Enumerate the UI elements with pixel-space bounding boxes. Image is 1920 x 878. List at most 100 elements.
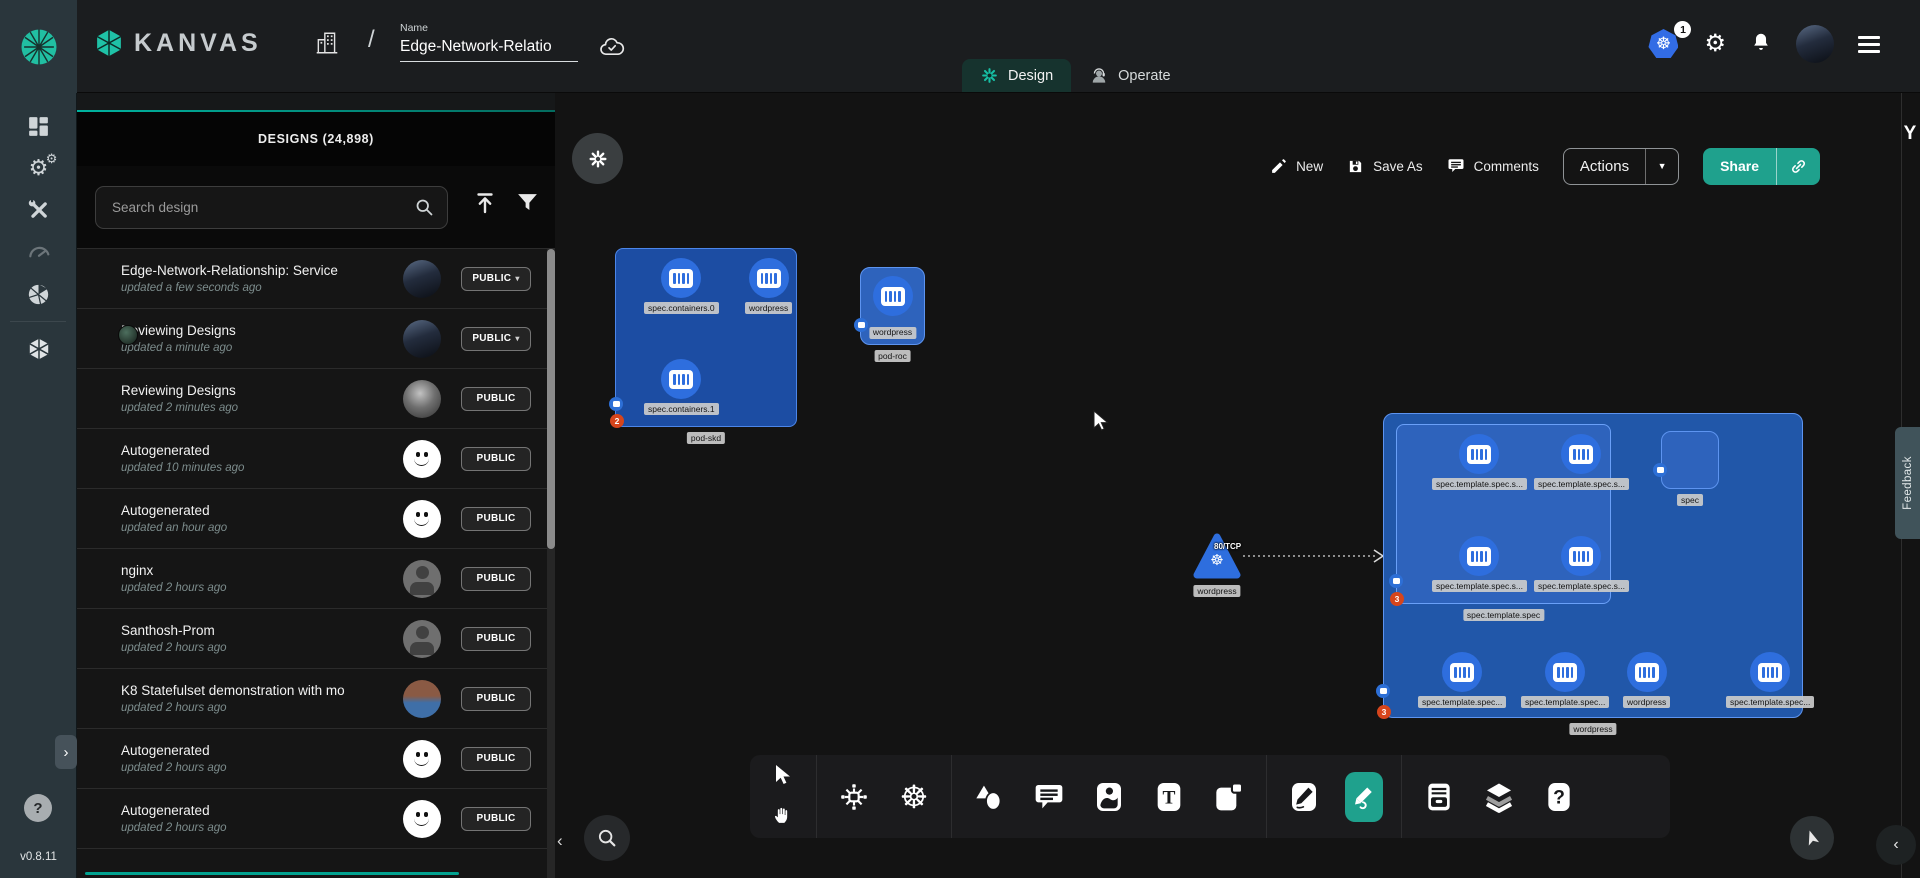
pod-status-badge[interactable] xyxy=(854,318,868,332)
container-node[interactable]: spec.containers.1 xyxy=(644,359,719,415)
help-button[interactable]: ? xyxy=(24,794,52,822)
design-list-item[interactable]: Edge-Network-Relationship: Service updat… xyxy=(77,249,555,309)
design-name-input[interactable] xyxy=(400,36,578,62)
text-tool[interactable]: T xyxy=(1146,769,1192,825)
alert-count-badge[interactable]: 2 xyxy=(610,414,624,428)
sketch-tool[interactable] xyxy=(1345,772,1383,822)
design-list-item[interactable]: K8 Statefulset demonstration with mo upd… xyxy=(77,669,555,729)
collapse-panel-chevron[interactable]: ‹ xyxy=(557,831,563,851)
media-tool[interactable] xyxy=(1086,769,1132,825)
kubernetes-context-button[interactable]: ☸ 1 xyxy=(1648,29,1680,59)
user-avatar[interactable] xyxy=(1796,25,1834,63)
kanvas-brand[interactable]: KANVAS xyxy=(94,28,262,58)
import-design-icon[interactable] xyxy=(473,190,497,221)
node-pod-skd[interactable]: spec.containers.0 wordpress spec.contain… xyxy=(615,248,797,427)
frame-tool[interactable] xyxy=(1206,769,1252,825)
node-service-wordpress[interactable]: ☸ wordpress xyxy=(1193,533,1241,579)
select-tool[interactable] xyxy=(772,764,792,791)
design-visibility-badge[interactable]: PUBLIC▾ xyxy=(461,687,531,711)
sidebar-item-extensions[interactable] xyxy=(0,273,77,315)
sidebar-item-toolbox[interactable] xyxy=(0,189,77,231)
share-button[interactable]: Share xyxy=(1703,148,1777,185)
container-node[interactable]: spec.template.spec.s... xyxy=(1432,434,1527,490)
pod-status-badge[interactable] xyxy=(1389,574,1403,588)
deploy-send-button[interactable] xyxy=(1790,816,1834,860)
shapes-tool[interactable] xyxy=(966,769,1012,825)
design-canvas[interactable]: New Save As Comments Actions ▼ xyxy=(555,93,1920,878)
design-visibility-badge[interactable]: PUBLIC▾ xyxy=(461,387,531,411)
help-tool[interactable]: ? xyxy=(1536,769,1582,825)
new-design-button[interactable]: New xyxy=(1270,158,1323,175)
design-list-item[interactable]: Autogenerated updated an hour ago PUBLIC… xyxy=(77,489,555,549)
design-visibility-badge[interactable]: PUBLIC▾ xyxy=(461,747,531,771)
container-node[interactable]: spec.containers.0 xyxy=(644,258,719,314)
design-list-item[interactable]: Autogenerated updated 10 minutes ago PUB… xyxy=(77,429,555,489)
container-node[interactable]: spec.template.spec... xyxy=(1418,652,1506,708)
right-drawer-toggle[interactable]: ‹ xyxy=(1876,825,1916,865)
container-node[interactable]: spec.template.spec... xyxy=(1521,652,1609,708)
kubernetes-tool[interactable]: ☸ xyxy=(891,769,937,825)
design-list-item[interactable]: Autogenerated updated 2 hours ago PUBLIC… xyxy=(77,789,555,849)
zoom-button[interactable] xyxy=(584,815,630,861)
node-spec[interactable]: spec xyxy=(1661,431,1719,489)
scrollbar-thumb[interactable] xyxy=(547,249,555,549)
design-search-input[interactable] xyxy=(112,200,414,215)
node-deployment-wordpress[interactable]: spec.template.spec.s... spec.template.sp… xyxy=(1383,413,1803,718)
sidebar-expand-handle[interactable]: › xyxy=(55,735,77,769)
design-visibility-badge[interactable]: PUBLIC▾ xyxy=(461,807,531,831)
tab-design[interactable]: Design xyxy=(962,59,1071,92)
faceted-sphere-icon xyxy=(25,281,52,308)
flowchart-tool[interactable] xyxy=(831,769,877,825)
pen-tool[interactable] xyxy=(1281,769,1327,825)
node-spec-template-spec[interactable]: spec.template.spec.s... spec.template.sp… xyxy=(1396,424,1611,604)
sidebar-item-dashboard[interactable] xyxy=(0,105,77,147)
comment-tool[interactable] xyxy=(1026,769,1072,825)
design-list-item[interactable]: nginx updated 2 hours ago PUBLIC▾ xyxy=(77,549,555,609)
fit-view-button[interactable] xyxy=(572,133,623,184)
node-pod-roc[interactable]: wordpress pod-roc xyxy=(860,267,925,345)
pod-status-badge[interactable] xyxy=(1376,684,1390,698)
organization-icon[interactable] xyxy=(314,30,340,61)
sidebar-item-performance[interactable] xyxy=(0,231,77,273)
design-list-item[interactable]: Reviewing Designs updated a minute ago P… xyxy=(77,309,555,369)
actions-caret-icon[interactable]: ▼ xyxy=(1645,149,1678,184)
sidebar-item-meshery[interactable] xyxy=(0,328,77,370)
layers-tool[interactable] xyxy=(1476,769,1522,825)
pan-hand-tool[interactable] xyxy=(772,805,792,830)
container-node[interactable]: spec.template.spec.s... xyxy=(1432,536,1527,592)
design-list-item[interactable]: Reviewing Designs updated 2 minutes ago … xyxy=(77,369,555,429)
meshery-logo-button[interactable] xyxy=(0,0,77,93)
design-visibility-badge[interactable]: PUBLIC▾ xyxy=(461,327,531,351)
settings-gear-icon[interactable]: ⚙ xyxy=(1704,32,1726,56)
actions-menu-button[interactable]: Actions ▼ xyxy=(1563,148,1679,185)
menu-hamburger-icon[interactable] xyxy=(1858,36,1880,53)
design-list-item[interactable]: Santhosh-Prom updated 2 hours ago PUBLIC… xyxy=(77,609,555,669)
notifications-bell-icon[interactable] xyxy=(1750,31,1772,58)
design-list-item[interactable]: Autogenerated updated 2 hours ago PUBLIC… xyxy=(77,729,555,789)
container-node[interactable]: wordpress xyxy=(745,258,792,314)
container-node[interactable]: spec.template.spec... xyxy=(1726,652,1814,708)
feedback-tab[interactable]: Feedback xyxy=(1895,427,1920,539)
container-node[interactable]: wordpress xyxy=(1623,652,1670,708)
design-list-scrollbar[interactable] xyxy=(547,249,555,878)
save-as-button[interactable]: Save As xyxy=(1347,158,1423,175)
alert-count-badge[interactable]: 3 xyxy=(1390,592,1404,606)
components-drawer-tool[interactable] xyxy=(1416,769,1462,825)
container-node[interactable]: spec.template.spec.s... xyxy=(1534,536,1629,592)
hierarchy-y-icon[interactable]: Y xyxy=(1902,123,1918,145)
alert-count-badge[interactable]: 3 xyxy=(1377,705,1391,719)
design-visibility-badge[interactable]: PUBLIC▾ xyxy=(461,267,531,291)
design-visibility-badge[interactable]: PUBLIC▾ xyxy=(461,567,531,591)
design-search-box[interactable] xyxy=(95,186,448,229)
design-visibility-badge[interactable]: PUBLIC▾ xyxy=(461,627,531,651)
container-node[interactable]: spec.template.spec.s... xyxy=(1534,434,1629,490)
design-visibility-badge[interactable]: PUBLIC▾ xyxy=(461,507,531,531)
pod-status-badge[interactable] xyxy=(609,397,623,411)
sidebar-item-settings[interactable]: ⚙⚙ xyxy=(0,147,77,189)
filter-icon[interactable] xyxy=(515,190,540,220)
pod-status-badge[interactable] xyxy=(1653,463,1667,477)
copy-link-button[interactable] xyxy=(1777,148,1820,185)
comments-button[interactable]: Comments xyxy=(1447,157,1539,175)
tab-operate[interactable]: Operate xyxy=(1071,59,1188,92)
design-visibility-badge[interactable]: PUBLIC▾ xyxy=(461,447,531,471)
